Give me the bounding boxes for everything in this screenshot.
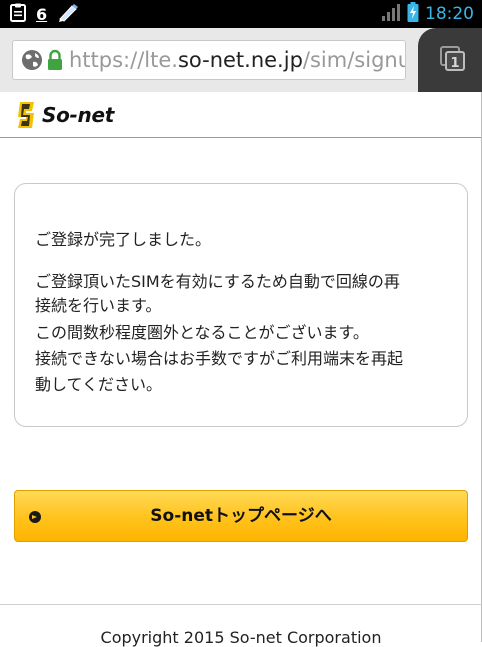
browser-toolbar: https://lte.so-net.ne.jp/sim/signu 1: [0, 28, 482, 92]
site-header: So-net: [0, 92, 482, 138]
clock-time: 18:20: [425, 4, 474, 24]
completion-message-card: ご登録が完了しました。 ご登録頂いたSIMを有効にするため自動で回線の再 接続を…: [14, 183, 468, 427]
tab-switcher-button[interactable]: 1: [418, 28, 482, 92]
top-page-button-label: So-netトップページへ: [150, 506, 332, 526]
footer-divider: [0, 604, 482, 605]
message-line: この間数秒程度圏外となることがございます。: [35, 323, 369, 342]
status-right-icons: 18:20: [381, 2, 474, 26]
logo-text: So-net: [42, 103, 115, 127]
status-bar: 6 18:20: [0, 0, 482, 28]
battery-charging-icon: [407, 2, 419, 26]
url-prefix: https://lte.: [69, 48, 178, 72]
signal-icon: [381, 3, 401, 25]
so-net-logo[interactable]: So-net: [14, 98, 114, 132]
message-line: 動してください。: [35, 375, 163, 394]
logo-mark-icon: [14, 100, 40, 130]
message-line: 接続できない場合はお手数ですがご利用端末を再起: [35, 349, 404, 368]
tabs-icon: 1: [440, 46, 466, 76]
address-bar[interactable]: https://lte.so-net.ne.jp/sim/signu: [12, 40, 406, 80]
copyright-text: Copyright 2015 So-net Corporation: [100, 628, 382, 647]
notification-count: 6: [36, 4, 48, 24]
status-left-icons: 6: [10, 2, 79, 26]
clipboard-icon: [10, 3, 26, 26]
url-suffix: /sim/signu: [302, 48, 406, 72]
lock-icon: [47, 49, 63, 71]
message-heading: ご登録が完了しました。: [35, 230, 212, 249]
so-net-top-page-button[interactable]: So-netトップページへ: [14, 490, 468, 542]
message-line: 接続を行います。: [35, 296, 162, 315]
url-domain: so-net.ne.jp: [177, 48, 303, 72]
message-line: ご登録頂いたSIMを有効にするため自動で回線の再: [35, 272, 400, 291]
pen-icon: [57, 2, 79, 26]
url-text: https://lte.so-net.ne.jp/sim/signu: [69, 48, 406, 72]
globe-icon: [21, 49, 43, 71]
tab-count: 1: [450, 56, 459, 71]
